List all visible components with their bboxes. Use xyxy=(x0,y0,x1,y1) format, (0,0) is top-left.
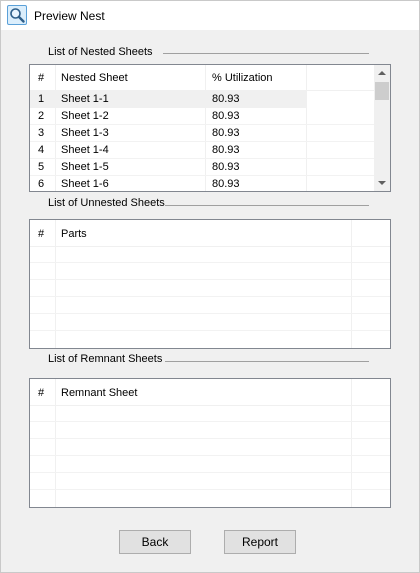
nested-col-index[interactable]: # xyxy=(38,72,44,84)
nested-col-sheet[interactable]: Nested Sheet xyxy=(61,72,128,84)
row-gridline xyxy=(30,313,390,314)
row-sheet: Sheet 1-5 xyxy=(61,161,109,173)
row-sheet: Sheet 1-3 xyxy=(61,127,109,139)
row-sheet: Sheet 1-2 xyxy=(61,110,109,122)
row-sheet: Sheet 1-6 xyxy=(61,178,109,190)
column-divider xyxy=(306,65,307,191)
nested-col-utilization[interactable]: % Utilization xyxy=(212,72,273,84)
row-gridline xyxy=(30,158,375,159)
column-divider xyxy=(55,379,56,507)
table-row[interactable]: 1 Sheet 1-1 80.93 xyxy=(30,91,306,108)
unnested-col-index[interactable]: # xyxy=(38,228,44,240)
row-sheet: Sheet 1-4 xyxy=(61,144,109,156)
table-row[interactable]: 5 Sheet 1-5 80.93 xyxy=(30,159,375,176)
row-utilization: 80.93 xyxy=(212,110,240,122)
back-button[interactable]: Back xyxy=(119,530,191,554)
row-utilization: 80.93 xyxy=(212,144,240,156)
unnested-sheets-table[interactable]: # Parts xyxy=(29,219,391,349)
row-gridline xyxy=(30,141,375,142)
table-row[interactable]: 2 Sheet 1-2 80.93 xyxy=(30,108,375,125)
row-gridline xyxy=(30,262,390,263)
row-gridline xyxy=(30,124,375,125)
row-index: 5 xyxy=(38,161,45,173)
column-divider xyxy=(55,220,56,348)
row-index: 4 xyxy=(38,144,45,156)
row-gridline xyxy=(30,279,390,280)
table-row[interactable]: 3 Sheet 1-3 80.93 xyxy=(30,125,375,142)
row-index: 2 xyxy=(38,110,45,122)
row-gridline xyxy=(30,421,390,422)
row-utilization: 80.93 xyxy=(212,127,240,139)
row-utilization: 80.93 xyxy=(212,161,240,173)
row-gridline xyxy=(30,330,390,331)
remnant-sheets-table[interactable]: # Remnant Sheet xyxy=(29,378,391,508)
column-divider xyxy=(205,65,206,191)
row-utilization: 80.93 xyxy=(212,93,240,105)
title-bar: Preview Nest xyxy=(1,1,419,30)
remnant-sheets-divider xyxy=(165,361,369,362)
row-sheet: Sheet 1-1 xyxy=(61,93,109,105)
vertical-scrollbar[interactable] xyxy=(374,65,390,191)
column-divider xyxy=(55,65,56,191)
header-separator xyxy=(30,405,390,406)
magnifier-icon xyxy=(7,5,27,25)
column-divider xyxy=(351,220,352,348)
remnant-col-sheet[interactable]: Remnant Sheet xyxy=(61,387,137,399)
unnested-sheets-divider xyxy=(165,205,369,206)
row-gridline xyxy=(30,175,375,176)
column-divider xyxy=(351,379,352,507)
row-index: 1 xyxy=(38,93,45,105)
scroll-down-arrow-icon[interactable] xyxy=(378,181,386,185)
row-gridline xyxy=(30,438,390,439)
window-title: Preview Nest xyxy=(34,9,105,23)
scrollbar-thumb[interactable] xyxy=(375,82,389,100)
unnested-col-parts[interactable]: Parts xyxy=(61,228,87,240)
remnant-col-index[interactable]: # xyxy=(38,387,44,399)
row-gridline xyxy=(30,455,390,456)
nested-sheets-divider xyxy=(163,53,369,54)
table-row[interactable]: 6 Sheet 1-6 80.93 xyxy=(30,176,375,191)
row-gridline xyxy=(30,296,390,297)
remnant-sheets-label: List of Remnant Sheets xyxy=(48,353,163,365)
preview-nest-window: Preview Nest List of Nested Sheets # Nes… xyxy=(0,0,420,573)
nested-sheets-table[interactable]: # Nested Sheet % Utilization 1 Sheet 1-1… xyxy=(29,64,391,192)
header-separator xyxy=(30,246,390,247)
nested-sheets-label: List of Nested Sheets xyxy=(48,46,153,58)
table-row[interactable]: 4 Sheet 1-4 80.93 xyxy=(30,142,375,159)
row-gridline xyxy=(30,489,390,490)
row-index: 6 xyxy=(38,178,45,190)
report-button[interactable]: Report xyxy=(224,530,296,554)
unnested-sheets-label: List of Unnested Sheets xyxy=(48,197,165,209)
row-index: 3 xyxy=(38,127,45,139)
row-gridline xyxy=(30,472,390,473)
row-utilization: 80.93 xyxy=(212,178,240,190)
scroll-up-arrow-icon[interactable] xyxy=(378,71,386,75)
